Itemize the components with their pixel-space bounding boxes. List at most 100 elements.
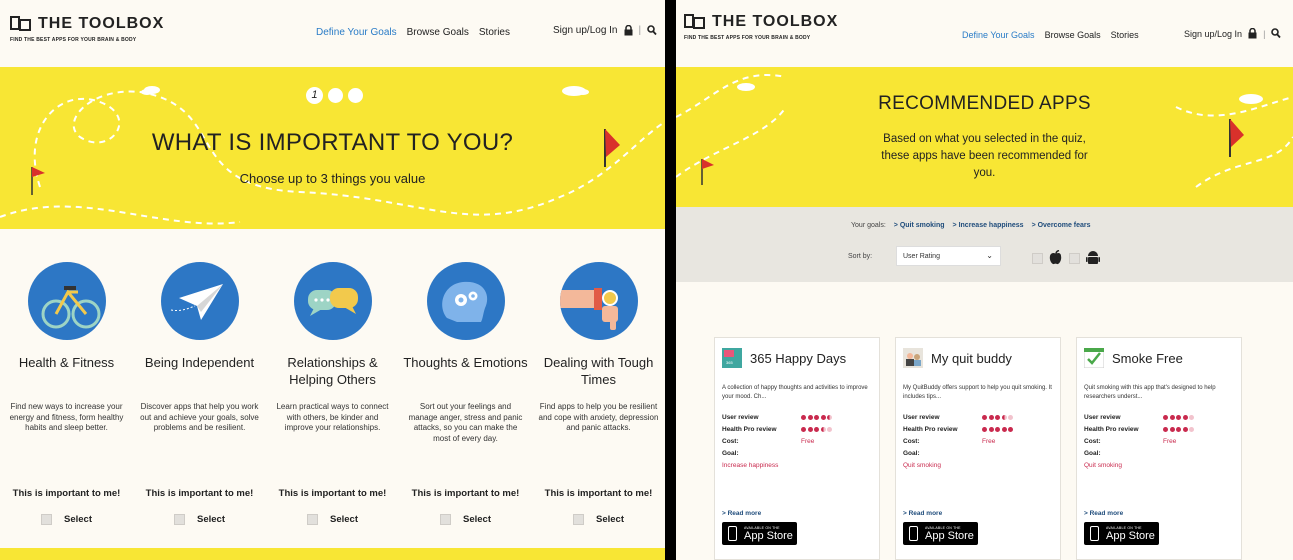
filters-bar <box>676 207 1293 282</box>
app-card[interactable]: My quit buddy My QuitBuddy offers suppor… <box>895 337 1061 560</box>
nav-define-goals[interactable]: Define Your Goals <box>316 27 397 38</box>
signup-login-link[interactable]: Sign up/Log In <box>1184 29 1242 39</box>
app-description: A collection of happy thoughts and activ… <box>722 385 868 400</box>
value-card[interactable]: Dealing with Tough Times Find apps to he… <box>532 262 665 434</box>
checkbox[interactable] <box>440 514 451 525</box>
select-label: Select <box>197 514 225 525</box>
divider: | <box>1263 28 1266 39</box>
select-checkbox[interactable]: Select <box>133 514 266 525</box>
recommended-hero: RECOMMENDED APPS Based on what you selec… <box>676 67 1293 207</box>
user-review-label: User review <box>1084 414 1121 421</box>
checkbox[interactable] <box>174 514 185 525</box>
value-description: Find new ways to increase your energy an… <box>9 402 124 432</box>
select-checkbox[interactable]: Select <box>266 514 399 525</box>
quit-buddy-app-icon <box>903 348 923 368</box>
select-checkbox[interactable]: Select <box>399 514 532 525</box>
health-pro-rating <box>982 427 1013 432</box>
platform-filter <box>1032 250 1100 266</box>
goal-value: Increase happiness <box>722 462 779 469</box>
goals-label: Your goals: <box>851 222 886 229</box>
checkbox[interactable] <box>41 514 52 525</box>
goal-link-quit-smoking[interactable]: > Quit smoking <box>894 222 945 229</box>
quiz-hero: 1 WHAT IS IMPORTANT TO YOU? Choose up to… <box>0 67 665 229</box>
cloud-icon <box>562 86 589 96</box>
bicycle-icon <box>27 262 106 340</box>
app-store-badge[interactable]: AVAILABLE ON THE App Store <box>1084 522 1159 545</box>
site-logo[interactable]: THE TOOLBOX <box>10 14 164 34</box>
goal-link-overcome-fears[interactable]: > Overcome fears <box>1032 222 1091 229</box>
search-icon[interactable] <box>647 25 657 36</box>
thumbs-down-watch-icon <box>559 262 638 340</box>
user-review-rating <box>801 415 832 420</box>
value-title: Being Independent <box>144 355 255 370</box>
cloud-icon <box>141 86 160 95</box>
lock-icon[interactable] <box>624 25 633 36</box>
logo-name: THE TOOLBOX <box>712 13 839 30</box>
app-description: Quit smoking with this app that's design… <box>1084 385 1216 400</box>
lock-icon[interactable] <box>1248 28 1257 39</box>
nav-stories[interactable]: Stories <box>1111 30 1139 40</box>
value-card[interactable]: Health & Fitness Find new ways to increa… <box>0 262 133 434</box>
site-header: THE TOOLBOX FIND THE BEST APPS FOR YOUR … <box>0 0 665 67</box>
cost-label: Cost: <box>1084 438 1101 445</box>
logo-tagline: FIND THE BEST APPS FOR YOUR BRAIN & BODY <box>684 35 811 41</box>
checkbox[interactable] <box>307 514 318 525</box>
read-more-link[interactable]: > Read more <box>1084 510 1123 517</box>
logo-name: THE TOOLBOX <box>38 15 165 32</box>
app-card[interactable]: 365 365 Happy Days A collection of happy… <box>714 337 880 560</box>
app-name[interactable]: Smoke Free <box>1112 351 1183 366</box>
select-checkbox[interactable]: Select <box>0 514 133 525</box>
nav-browse-goals[interactable]: Browse Goals <box>407 27 469 38</box>
toolbox-logo-icon <box>684 12 706 32</box>
app-store-badge[interactable]: AVAILABLE ON THE App Store <box>903 522 978 545</box>
toolbox-logo-icon <box>10 14 32 34</box>
ios-filter-checkbox[interactable] <box>1032 252 1043 264</box>
app-name[interactable]: My quit buddy <box>931 351 1012 366</box>
nav-stories[interactable]: Stories <box>479 27 510 38</box>
value-title: Dealing with Tough Times <box>543 355 654 387</box>
main-nav: Define Your Goals Browse Goals Stories <box>316 27 510 38</box>
goals-list: Your goals: > Quit smoking > Increase ha… <box>851 222 1091 229</box>
select-checkbox[interactable]: Select <box>532 514 665 525</box>
store-badge-name: App Store <box>1106 530 1155 542</box>
smoke-free-app-icon <box>1084 348 1104 368</box>
nav-browse-goals[interactable]: Browse Goals <box>1045 30 1101 40</box>
signup-login-link[interactable]: Sign up/Log In <box>553 25 618 36</box>
cost-label: Cost: <box>903 438 920 445</box>
user-review-rating <box>1163 415 1194 420</box>
checkbox[interactable] <box>573 514 584 525</box>
android-filter-checkbox[interactable] <box>1069 252 1080 264</box>
goal-value: Quit smoking <box>1084 462 1122 469</box>
value-card[interactable]: Thoughts & Emotions Sort out your feelin… <box>399 262 532 444</box>
value-description: Find apps to help you be resilient and c… <box>538 402 659 432</box>
app-name[interactable]: 365 Happy Days <box>750 351 846 366</box>
goal-label: Goal: <box>1084 450 1101 457</box>
screen-divider <box>665 0 676 560</box>
value-title: Thoughts & Emotions <box>403 355 528 370</box>
phone-icon <box>909 526 918 541</box>
value-description: Learn practical ways to connect with oth… <box>276 402 389 432</box>
site-logo[interactable]: THE TOOLBOX <box>684 12 838 32</box>
cost-value: Free <box>1163 438 1177 445</box>
android-icon[interactable] <box>1086 250 1100 266</box>
apple-icon[interactable] <box>1049 250 1063 266</box>
app-store-badge[interactable]: AVAILABLE ON THE App Store <box>722 522 797 545</box>
store-badge-name: App Store <box>744 530 793 542</box>
main-nav: Define Your Goals Browse Goals Stories <box>962 30 1139 40</box>
recommendations-screen: THE TOOLBOX FIND THE BEST APPS FOR YOUR … <box>676 0 1293 560</box>
step-3 <box>348 88 363 103</box>
value-card[interactable]: Relationships & Helping Others Learn pra… <box>266 262 399 434</box>
read-more-link[interactable]: > Read more <box>722 510 761 517</box>
goal-link-increase-happiness[interactable]: > Increase happiness <box>953 222 1024 229</box>
nav-define-goals[interactable]: Define Your Goals <box>962 30 1035 40</box>
goal-label: Goal: <box>722 450 739 457</box>
sort-dropdown[interactable]: User Rating ⌄ <box>896 246 1001 266</box>
select-label: Select <box>64 514 92 525</box>
cost-label: Cost: <box>722 438 739 445</box>
sort-label: Sort by: <box>848 253 873 260</box>
search-icon[interactable] <box>1271 28 1282 39</box>
app-card[interactable]: Smoke Free Quit smoking with this app th… <box>1076 337 1242 560</box>
value-card[interactable]: Being Independent Discover apps that hel… <box>133 262 266 434</box>
read-more-link[interactable]: > Read more <box>903 510 942 517</box>
cost-value: Free <box>801 438 815 445</box>
